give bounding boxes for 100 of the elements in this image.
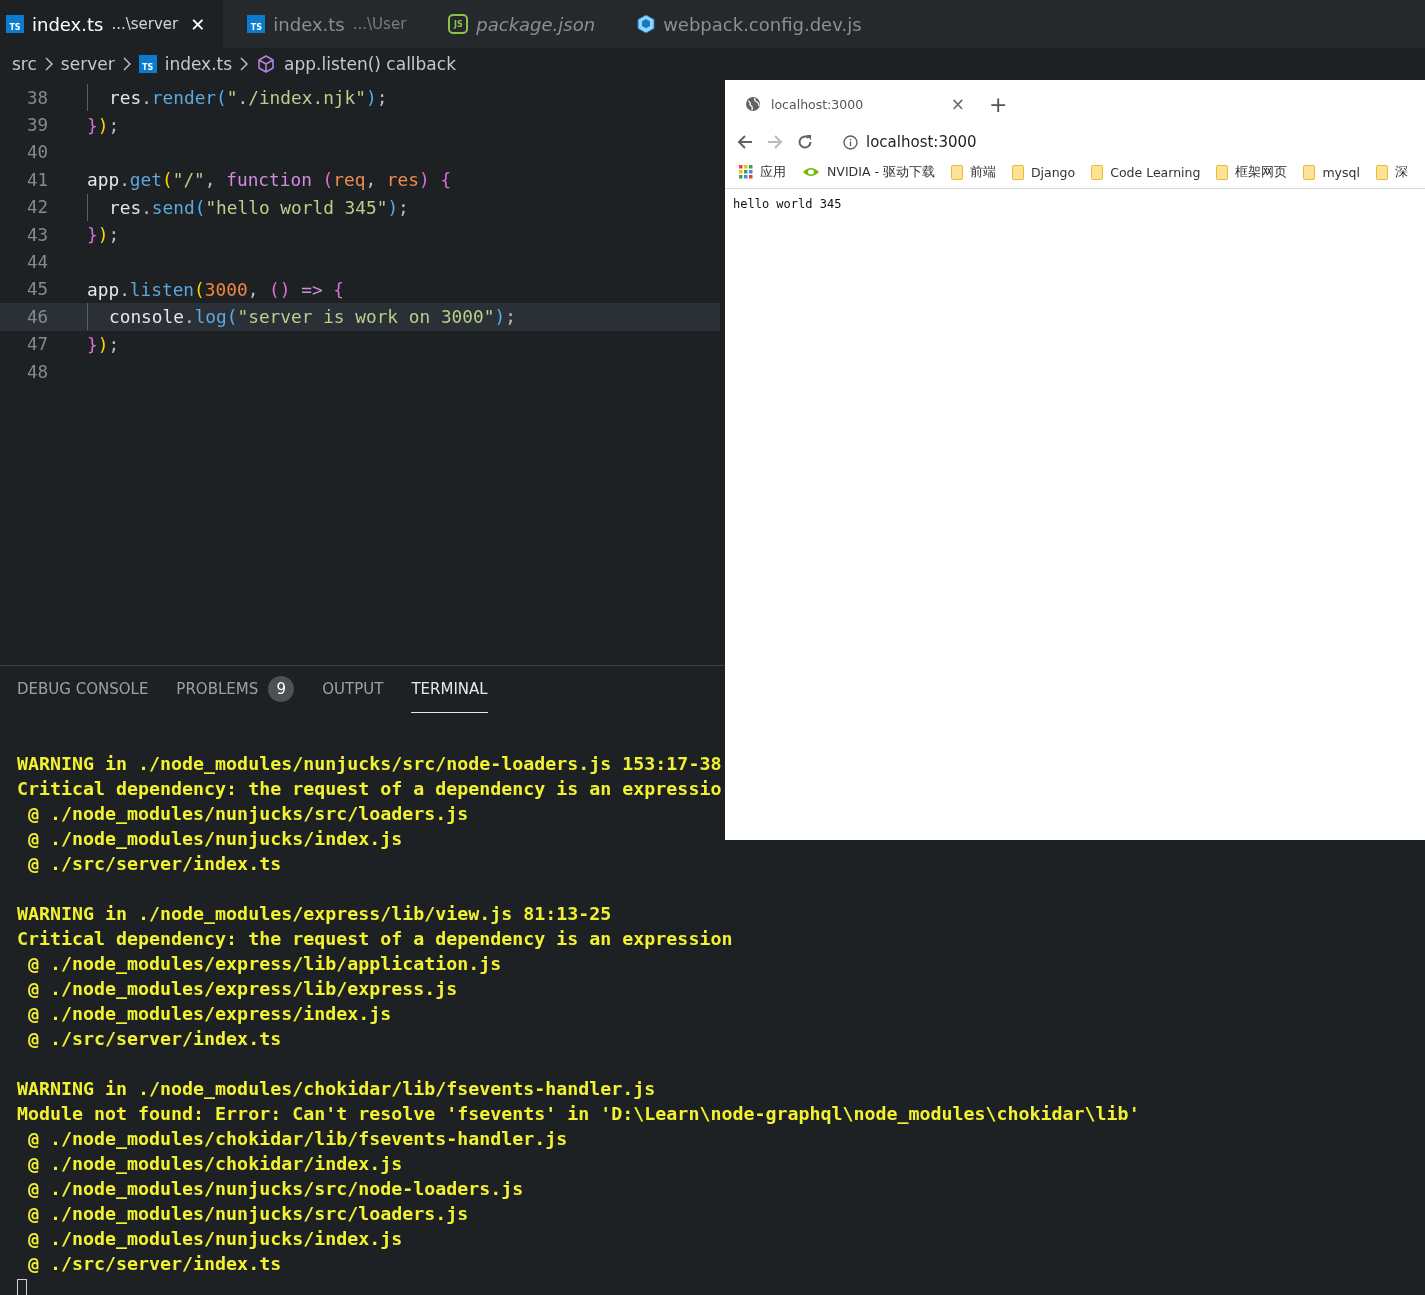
tab-label: index.ts (32, 13, 104, 35)
new-tab-button[interactable]: + (989, 91, 1008, 117)
address-bar[interactable]: localhost:3000 (843, 133, 977, 151)
indent-guide (87, 84, 88, 112)
bookmark-label: 应用 (760, 163, 786, 181)
bookmark[interactable]: mysql (1303, 164, 1360, 180)
folder-icon (1216, 164, 1229, 180)
line-number: 48 (25, 361, 48, 382)
bookmark-label: 深 (1394, 163, 1408, 181)
tab-label: OUTPUT (322, 680, 384, 698)
terminal-line: Module not found: Error: Can't resolve 'fsevents' in 'D:\Learn\node-graphql\node_modules\chokidar\lib' (17, 1102, 1140, 1126)
indent-guide (87, 303, 88, 331)
terminal-line: @ ./node_modules/express/index.js (27, 1002, 392, 1026)
code-line: res.send("hello world 345"); (109, 196, 409, 218)
terminal-line: @ ./node_modules/chokidar/lib/fsevents-handler.js (27, 1127, 568, 1151)
typescript-icon: TS (247, 15, 266, 33)
bookmark-label: mysql (1322, 164, 1360, 180)
bookmark-label: 前端 (969, 163, 996, 181)
panel-tab[interactable]: OUTPUT (322, 666, 384, 713)
terminal-line: WARNING in ./node_modules/nunjucks/src/node-loaders.js 153:17-38 (17, 752, 722, 776)
bookmark-label: NVIDIA - 驱动下载 (827, 163, 935, 181)
bookmark[interactable]: 深 (1375, 163, 1408, 181)
bookmark-label: 框架网页 (1235, 163, 1288, 181)
reload-icon[interactable] (797, 134, 813, 150)
line-number: 39 (25, 115, 48, 136)
apps-grid-icon (739, 165, 753, 179)
editor-tab[interactable]: TS index.ts ...\server ✕ (0, 0, 224, 48)
panel-tab[interactable]: DEBUG CONSOLE (17, 666, 149, 713)
line-number: 41 (25, 169, 48, 190)
code-line: }); (87, 333, 120, 355)
bookmark[interactable]: 前端 (950, 163, 996, 181)
breadcrumb-item[interactable]: index.ts (164, 54, 233, 74)
terminal-line: @ ./node_modules/chokidar/index.js (27, 1152, 403, 1176)
terminal-line: @ ./node_modules/nunjucks/src/loaders.js (27, 802, 469, 826)
typescript-icon: TS (138, 55, 157, 73)
code-line: res.render("./index.njk"); (109, 87, 388, 109)
editor-tab[interactable]: webpack.config.dev.js (631, 0, 880, 48)
browser-tab[interactable]: localhost:3000 × (745, 94, 965, 114)
line-number: 43 (25, 224, 48, 245)
folder-icon (950, 164, 963, 180)
tab-label: TERMINAL (411, 680, 488, 698)
folder-icon (1091, 164, 1104, 180)
chevron-right-icon (240, 57, 249, 71)
terminal-line: @ ./src/server/index.ts (27, 852, 282, 876)
bookmark-label: Django (1030, 164, 1076, 180)
terminal-line: @ ./src/server/index.ts (27, 1027, 282, 1051)
tab-title: localhost:3000 (771, 96, 865, 112)
tab-label: PROBLEMS (176, 680, 259, 698)
terminal-line: @ ./node_modules/nunjucks/index.js (27, 827, 403, 851)
cube-icon (256, 54, 277, 74)
globe-icon (745, 96, 761, 112)
cube-icon (637, 14, 656, 34)
terminal-line: @ ./node_modules/nunjucks/index.js (27, 1227, 403, 1251)
code-line: }); (87, 224, 120, 246)
tab-label: index.ts (273, 13, 345, 35)
back-arrow-icon[interactable] (737, 134, 753, 150)
terminal-cursor (17, 1279, 27, 1295)
code-line: app.listen(3000, () => { (87, 278, 344, 300)
tab-label: DEBUG CONSOLE (17, 680, 149, 698)
breadcrumb-item[interactable]: src (12, 54, 37, 74)
eye-logo-icon (802, 166, 820, 178)
terminal-line: Critical dependency: the request of a dependency is an expressio (17, 777, 722, 801)
terminal-line: WARNING in ./node_modules/chokidar/lib/fsevents-handler.js (17, 1077, 656, 1101)
close-icon[interactable]: × (950, 94, 965, 114)
info-icon (843, 134, 858, 150)
tab-label: webpack.config.dev.js (663, 13, 862, 35)
bookmark-label: Code Learning (1110, 164, 1201, 180)
breadcrumb-item[interactable]: server (60, 54, 115, 74)
tab-path: ...\server (111, 15, 179, 33)
page-text: hello world 345 (732, 196, 843, 213)
terminal-line: @ ./node_modules/nunjucks/src/node-loaders.js (27, 1177, 524, 1201)
panel-tab[interactable]: PROBLEMS 9 (176, 666, 295, 713)
close-icon[interactable]: ✕ (190, 13, 206, 35)
panel-tab[interactable]: TERMINAL (411, 666, 488, 713)
line-number: 42 (25, 197, 48, 218)
terminal-line: @ ./node_modules/express/lib/application.js (27, 952, 502, 976)
chevron-right-icon (44, 57, 53, 71)
folder-icon (1375, 164, 1388, 180)
bookmark[interactable]: Code Learning (1091, 164, 1201, 180)
code-line: console.log("server is work on 3000"); (109, 306, 516, 328)
typescript-icon: TS (6, 15, 24, 33)
editor-tab[interactable]: JS package.json (442, 0, 614, 48)
bookmark[interactable]: NVIDIA - 驱动下载 (802, 163, 935, 181)
line-number: 46 (25, 306, 48, 327)
line-number: 44 (25, 252, 48, 273)
terminal-line: Critical dependency: the request of a dependency is an expression (17, 927, 733, 951)
bookmark[interactable]: Django (1011, 164, 1076, 180)
url-text: localhost:3000 (866, 133, 977, 151)
breadcrumb-item[interactable]: app.listen() callback (284, 54, 456, 74)
chevron-right-icon (122, 57, 131, 71)
code-line: }); (87, 114, 120, 136)
line-number: 45 (25, 279, 48, 300)
tab-label: package.json (476, 13, 596, 35)
line-number: 38 (25, 87, 48, 108)
line-number: 40 (25, 142, 48, 163)
tab-path: ...\User (352, 15, 407, 33)
bookmark[interactable]: 应用 (739, 163, 786, 181)
bookmark[interactable]: 框架网页 (1216, 163, 1288, 181)
editor-tab[interactable]: TS index.ts ...\User (241, 0, 425, 48)
indent-guide (87, 193, 88, 221)
